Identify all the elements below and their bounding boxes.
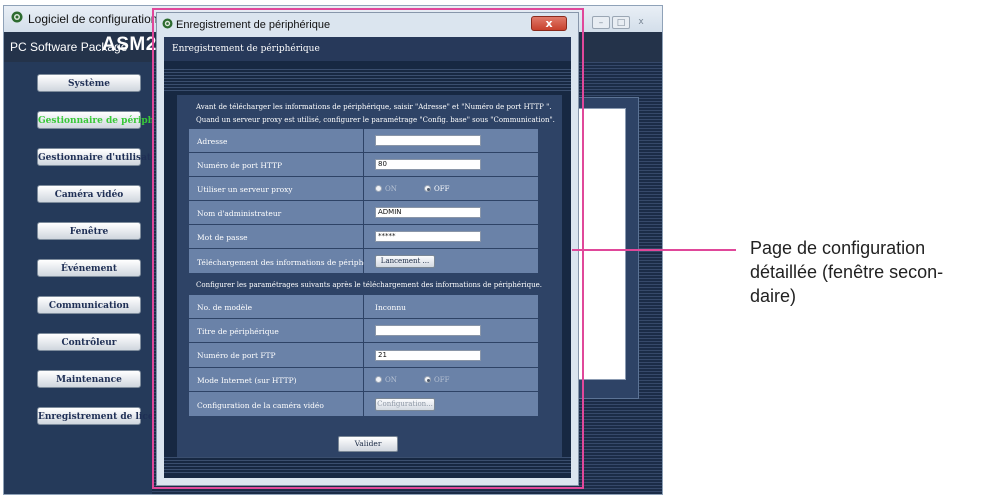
minimize-icon[interactable]: – <box>592 16 610 29</box>
callout-text-line-1: Page de configuration <box>750 238 926 258</box>
nav-gestionnaire-utilisateur-button[interactable]: Gestionnaire d'utilisateur <box>37 148 168 166</box>
nav-fenetre-button[interactable]: Fenêtre <box>37 222 141 240</box>
callout-line <box>572 249 736 251</box>
highlight-frame <box>152 8 584 489</box>
nav-communication-button[interactable]: Communication <box>37 296 141 314</box>
maximize-icon[interactable]: □ <box>612 16 630 29</box>
main-window-title: Logiciel de configuration <box>28 12 158 26</box>
callout-text-line-2: détaillée (fenêtre secon- <box>750 262 944 282</box>
nav-evenement-button[interactable]: Événement <box>37 259 141 277</box>
nav-gestionnaire-peripherique-button[interactable]: Gestionnaire de périphérique <box>37 111 187 129</box>
nav-enregistrement-licence-button[interactable]: Enregistrement de licence <box>37 407 171 425</box>
nav-camera-video-button[interactable]: Caméra vidéo <box>37 185 141 203</box>
nav-maintenance-button[interactable]: Maintenance <box>37 370 141 388</box>
nav-sidebar: Système Gestionnaire de périphérique Ges… <box>4 62 187 494</box>
app-logo-icon <box>11 11 23 23</box>
nav-systeme-button[interactable]: Système <box>37 74 141 92</box>
callout-text-line-3: daire) <box>750 286 797 306</box>
close-window-icon[interactable]: x <box>632 16 650 29</box>
nav-controleur-button[interactable]: Contrôleur <box>37 333 141 351</box>
